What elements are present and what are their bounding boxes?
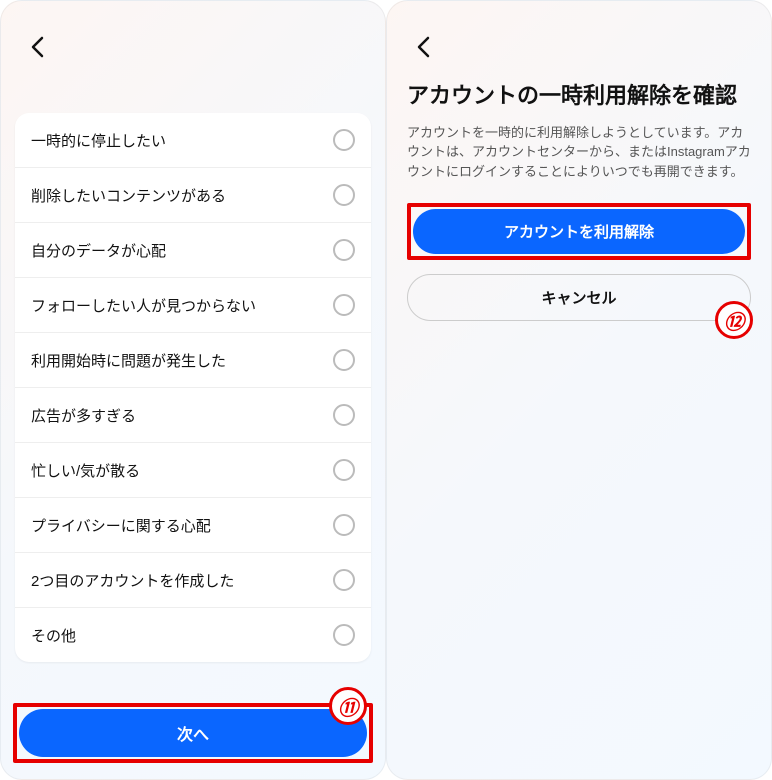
reason-option[interactable]: 2つ目のアカウントを作成した bbox=[15, 553, 371, 608]
reason-label: フォローしたい人が見つからない bbox=[31, 295, 256, 316]
radio-icon bbox=[333, 569, 355, 591]
radio-icon bbox=[333, 459, 355, 481]
annotation-highlight-11: 次へ bbox=[13, 703, 373, 763]
cancel-button[interactable]: キャンセル bbox=[407, 274, 751, 321]
reason-label: 削除したいコンテンツがある bbox=[31, 185, 226, 206]
reason-label: 一時的に停止したい bbox=[31, 130, 166, 151]
radio-icon bbox=[333, 294, 355, 316]
reason-option[interactable]: その他 bbox=[15, 608, 371, 662]
reason-option[interactable]: フォローしたい人が見つからない bbox=[15, 278, 371, 333]
reason-option[interactable]: 自分のデータが心配 bbox=[15, 223, 371, 278]
reason-list: 一時的に停止したい 削除したいコンテンツがある 自分のデータが心配 フォローした… bbox=[15, 113, 371, 662]
radio-icon bbox=[333, 404, 355, 426]
reason-label: 自分のデータが心配 bbox=[31, 240, 166, 261]
reason-option[interactable]: 忙しい/気が散る bbox=[15, 443, 371, 498]
page-title: アカウントの一時利用解除を確認 bbox=[407, 81, 751, 111]
reason-option[interactable]: 利用開始時に問題が発生した bbox=[15, 333, 371, 388]
reason-option[interactable]: 削除したいコンテンツがある bbox=[15, 168, 371, 223]
annotation-highlight-12: アカウントを利用解除 bbox=[407, 203, 751, 260]
radio-icon bbox=[333, 514, 355, 536]
chevron-left-icon bbox=[30, 36, 44, 58]
radio-icon bbox=[333, 624, 355, 646]
screen-select-reason: 一時的に停止したい 削除したいコンテンツがある 自分のデータが心配 フォローした… bbox=[0, 0, 386, 780]
radio-icon bbox=[333, 349, 355, 371]
reason-label: プライバシーに関する心配 bbox=[31, 515, 211, 536]
annotation-badge-11: ⑪ bbox=[329, 687, 367, 725]
reason-label: 広告が多すぎる bbox=[31, 405, 136, 426]
reason-label: その他 bbox=[31, 625, 76, 646]
reason-label: 2つ目のアカウントを作成した bbox=[31, 570, 234, 591]
confirm-content: アカウントの一時利用解除を確認 アカウントを一時的に利用解除しようとしています。… bbox=[387, 1, 771, 321]
annotation-badge-12: ⑫ bbox=[715, 301, 753, 339]
radio-icon bbox=[333, 239, 355, 261]
reason-label: 忙しい/気が散る bbox=[31, 460, 140, 481]
description-text: アカウントを一時的に利用解除しようとしています。アカウントは、アカウントセンター… bbox=[407, 123, 751, 182]
radio-icon bbox=[333, 184, 355, 206]
back-button[interactable] bbox=[405, 29, 441, 65]
radio-icon bbox=[333, 129, 355, 151]
back-button[interactable] bbox=[19, 29, 55, 65]
reason-option[interactable]: 一時的に停止したい bbox=[15, 113, 371, 168]
reason-option[interactable]: プライバシーに関する心配 bbox=[15, 498, 371, 553]
reason-label: 利用開始時に問題が発生した bbox=[31, 350, 226, 371]
reason-option[interactable]: 広告が多すぎる bbox=[15, 388, 371, 443]
screen-confirm-deactivate: アカウントの一時利用解除を確認 アカウントを一時的に利用解除しようとしています。… bbox=[386, 0, 772, 780]
confirm-deactivate-button[interactable]: アカウントを利用解除 bbox=[413, 209, 745, 254]
next-button[interactable]: 次へ bbox=[19, 709, 367, 757]
chevron-left-icon bbox=[416, 36, 430, 58]
